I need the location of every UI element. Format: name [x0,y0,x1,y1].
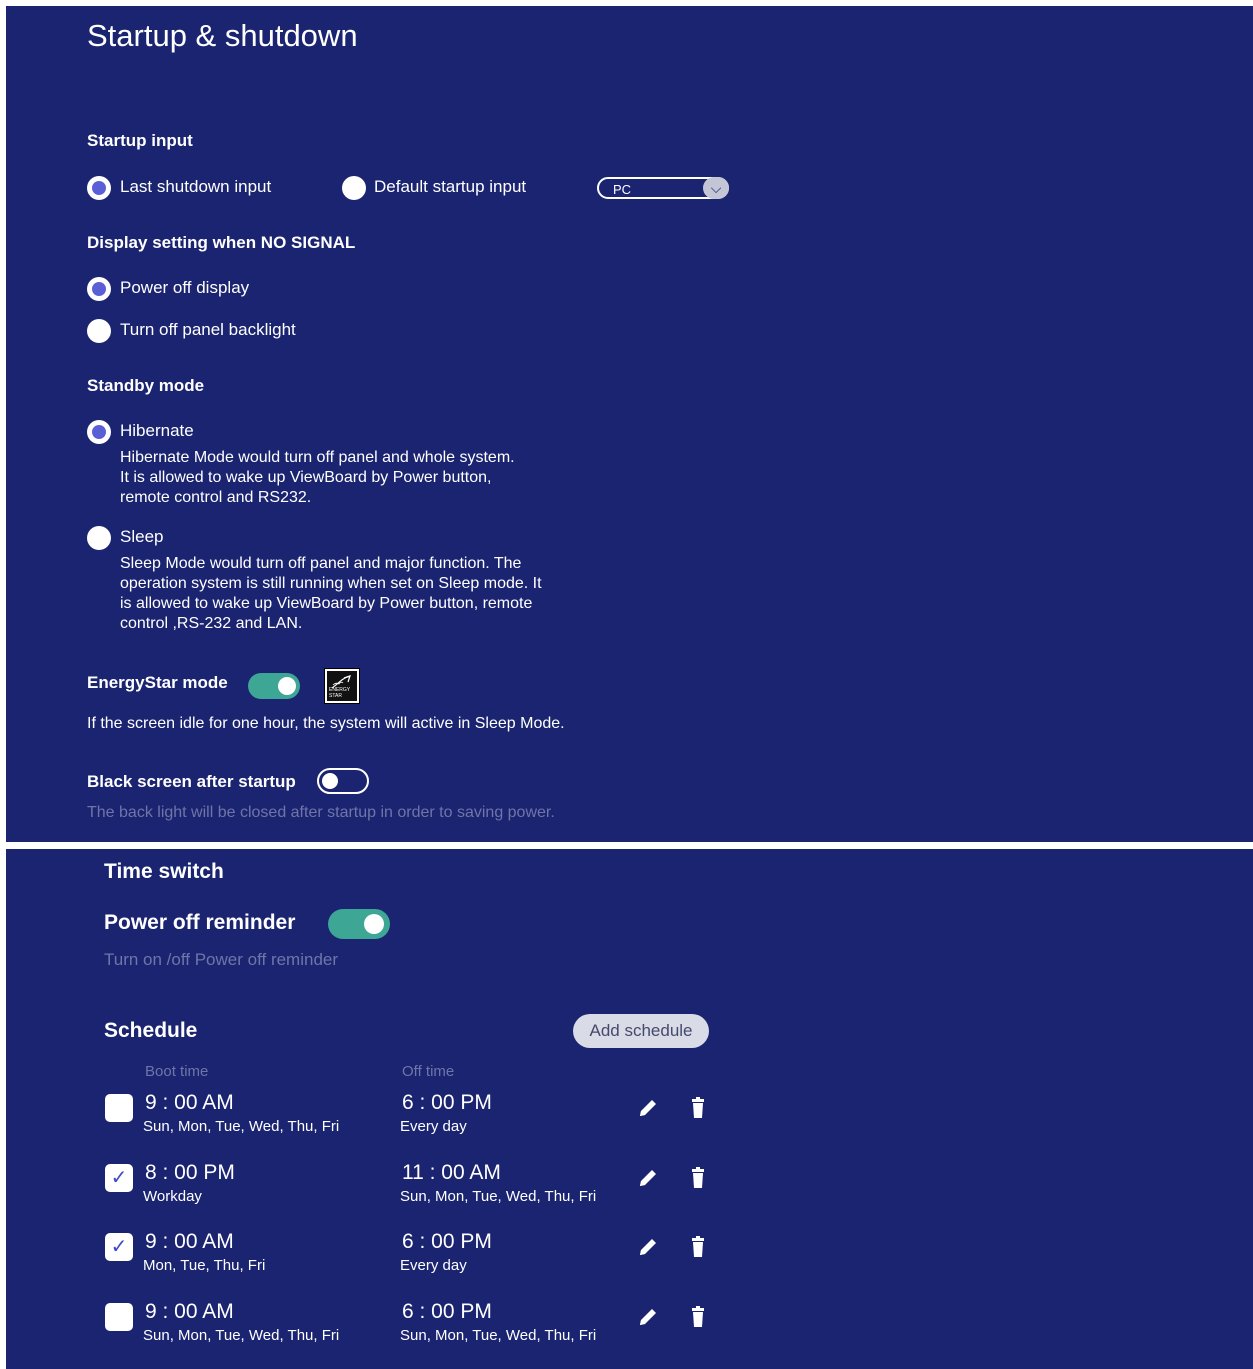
schedule-checkbox[interactable] [105,1094,133,1122]
last-shutdown-input-label: Last shutdown input [120,177,272,196]
trash-icon[interactable] [686,1096,710,1120]
time-switch-panel: Time switch Power off reminder Turn on /… [6,849,1253,1369]
boot-days: Mon, Tue, Thu, Fri [143,1257,266,1274]
off-time: 6 : 00 PM [402,1230,492,1253]
trash-icon[interactable] [686,1235,710,1259]
trash-icon[interactable] [686,1166,710,1190]
energystar-logo: ENERGY STAR [324,668,360,704]
startup-input-heading: Startup input [87,131,193,150]
page-title: Startup & shutdown [87,18,358,53]
radio-turn-off-backlight[interactable] [87,319,111,343]
off-days: Sun, Mon, Tue, Wed, Thu, Fri [400,1188,597,1205]
off-days: Every day [400,1257,467,1274]
power-off-reminder-toggle[interactable] [328,909,390,939]
sleep-description: Sleep Mode would turn off panel and majo… [120,555,542,632]
radio-sleep[interactable] [87,526,111,550]
boot-time: 9 : 00 AM [145,1230,234,1253]
schedule-heading: Schedule [104,1019,198,1042]
pencil-icon[interactable] [636,1096,660,1120]
startup-source-value: PC [613,182,632,197]
pencil-icon[interactable] [636,1166,660,1190]
off-time-column-header: Off time [402,1063,455,1080]
energystar-toggle[interactable] [248,673,300,699]
hibernate-label: Hibernate [120,421,194,440]
boot-days: Sun, Mon, Tue, Wed, Thu, Fri [143,1118,340,1135]
radio-hibernate[interactable] [87,420,111,444]
boot-days: Sun, Mon, Tue, Wed, Thu, Fri [143,1327,340,1344]
startup-source-select[interactable]: PC ⌵ [597,177,729,199]
radio-default-startup-input[interactable] [342,176,366,200]
energystar-label: EnergyStar mode [87,673,228,692]
off-time: 11 : 00 AM [402,1161,501,1184]
black-screen-label: Black screen after startup [87,772,296,791]
black-screen-toggle[interactable] [317,768,369,794]
black-screen-description: The back light will be closed after star… [87,804,555,821]
sleep-label: Sleep [120,527,164,546]
off-time: 6 : 00 PM [402,1300,492,1323]
off-days: Every day [400,1118,467,1135]
energystar-logo-text: ENERGY STAR [329,687,351,699]
boot-days: Workday [143,1188,202,1205]
boot-time-column-header: Boot time [145,1063,209,1080]
boot-time: 9 : 00 AM [145,1300,234,1323]
boot-time: 8 : 00 PM [145,1161,235,1184]
power-off-reminder-label: Power off reminder [104,911,296,934]
off-days: Sun, Mon, Tue, Wed, Thu, Fri [400,1327,597,1344]
time-switch-title: Time switch [104,860,224,883]
power-off-display-label: Power off display [120,278,250,297]
boot-time: 9 : 00 AM [145,1091,234,1114]
chevron-down-icon[interactable]: ⌵ [703,177,729,199]
pencil-icon[interactable] [636,1235,660,1259]
schedule-checkbox[interactable] [105,1233,133,1261]
pencil-icon[interactable] [636,1305,660,1329]
schedule-checkbox[interactable] [105,1303,133,1331]
power-off-reminder-description: Turn on /off Power off reminder [104,950,339,969]
energystar-description: If the screen idle for one hour, the sys… [87,715,565,732]
schedule-checkbox[interactable] [105,1164,133,1192]
startup-shutdown-panel: Startup & shutdown Startup input Last sh… [6,6,1253,842]
hibernate-description: Hibernate Mode would turn off panel and … [120,449,515,506]
trash-icon[interactable] [686,1305,710,1329]
off-time: 6 : 00 PM [402,1091,492,1114]
radio-last-shutdown-input[interactable] [87,176,111,200]
radio-power-off-display[interactable] [87,277,111,301]
turn-off-backlight-label: Turn off panel backlight [120,320,296,339]
add-schedule-button[interactable]: Add schedule [573,1014,709,1048]
no-signal-heading: Display setting when NO SIGNAL [87,233,356,252]
standby-mode-heading: Standby mode [87,376,205,395]
default-startup-input-label: Default startup input [374,177,527,196]
